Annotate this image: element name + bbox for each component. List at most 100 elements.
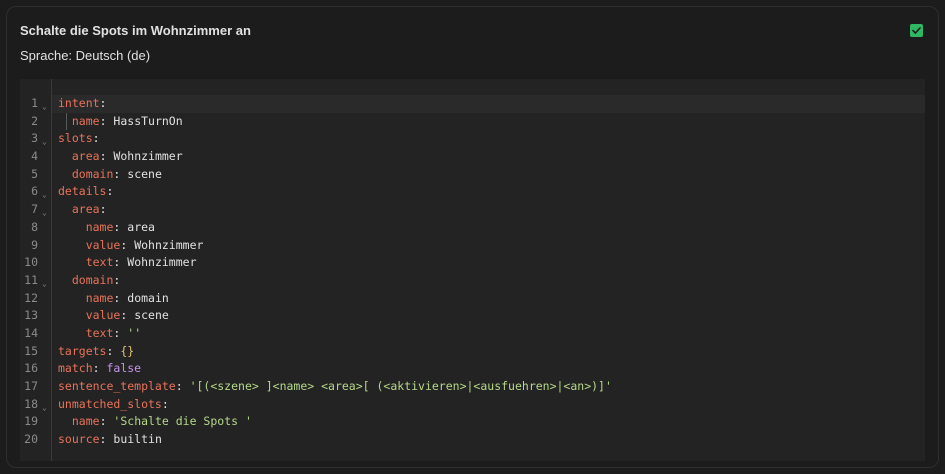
code-line: details: <box>58 184 114 199</box>
yaml-value: builtin <box>113 432 162 447</box>
code-line: value: Wohnzimmer <box>85 237 204 252</box>
yaml-brace-value: {} <box>120 343 135 358</box>
yaml-key: domain <box>71 272 114 287</box>
line-number: 20 <box>24 432 38 447</box>
gutter-line: 20 <box>20 431 51 449</box>
gutter-line: 4 <box>20 148 51 166</box>
code-line: name: domain <box>85 290 169 305</box>
yaml-key: intent <box>58 96 100 110</box>
code-line: source: builtin <box>58 432 162 447</box>
intent-result-card: Schalte die Spots im Wohnzimmer an Sprac… <box>6 6 939 468</box>
yaml-key: name <box>85 290 114 305</box>
line-number: 13 <box>24 308 38 323</box>
yaml-string-value: '' <box>127 325 142 340</box>
yaml-key: source <box>58 432 100 447</box>
line-number: 7 <box>31 202 38 217</box>
gutter-line: 3 ⌄ <box>20 130 51 148</box>
code-line: sentence_template: '[(<szene> ]<name> <a… <box>58 379 612 393</box>
yaml-value: HassTurnOn <box>113 113 183 128</box>
line-number: 18 <box>24 396 38 411</box>
yaml-key: domain <box>71 166 114 181</box>
code-line: unmatched_slots: <box>58 396 169 411</box>
gutter-line: 6 ⌄ <box>20 183 51 201</box>
yaml-key: targets <box>58 343 107 358</box>
line-number: 1 <box>31 96 38 110</box>
yaml-key: value <box>85 308 121 323</box>
line-number: 12 <box>24 290 38 305</box>
code-line: text: '' <box>85 325 142 340</box>
gutter-divider <box>51 79 52 461</box>
line-number: 11 <box>24 272 38 287</box>
yaml-key: slots <box>58 131 93 146</box>
gutter-line: 10 <box>20 254 51 272</box>
gutter-line: 11 ⌄ <box>20 272 51 290</box>
yaml-key: text <box>85 325 114 340</box>
yaml-key: match <box>58 361 93 376</box>
code-line: area: <box>71 202 107 217</box>
code-line: domain: scene <box>71 166 162 181</box>
yaml-key: unmatched_slots <box>58 396 162 411</box>
gutter-line: 5 <box>20 166 51 184</box>
yaml-value: domain <box>127 290 169 305</box>
code-line: intent: <box>52 95 925 113</box>
yaml-value: scene <box>127 166 162 181</box>
line-number: 4 <box>31 149 38 164</box>
yaml-string-value: 'Schalte die Spots ' <box>113 414 252 429</box>
line-number: 19 <box>24 414 38 429</box>
code-line: value: scene <box>85 308 169 323</box>
line-number: 14 <box>24 325 38 340</box>
line-number: 3 <box>31 131 38 146</box>
language-label: Sprache: Deutsch (de) <box>20 48 151 63</box>
gutter-line: 15 <box>20 343 51 361</box>
yaml-key: text <box>85 255 114 270</box>
gutter-line: 14 <box>20 325 51 343</box>
success-checkbox[interactable] <box>910 24 923 37</box>
yaml-value: Wohnzimmer <box>134 237 204 252</box>
checkmark-icon <box>912 27 921 34</box>
gutter-line: 7 ⌄ <box>20 201 51 219</box>
code-line: targets: {} <box>58 343 135 358</box>
yaml-key: name <box>71 113 100 128</box>
gutter-line: 12 <box>20 290 51 308</box>
yaml-key: name <box>71 414 100 429</box>
line-number: 17 <box>24 379 38 393</box>
code-line: name: area <box>85 219 155 234</box>
code-line: name: HassTurnOn <box>58 112 925 131</box>
yaml-key: name <box>85 219 114 234</box>
yaml-code-editor[interactable]: 1 ⌄ 2 3 ⌄ 4 5 6 ⌄ 7 ⌄ 8 9 10 11 ⌄ 12 13 14 15… <box>20 79 925 461</box>
yaml-value: scene <box>134 308 169 323</box>
gutter-line: 17 <box>20 378 51 396</box>
line-number: 15 <box>24 343 38 358</box>
code-line: name: 'Schalte die Spots ' <box>71 414 252 429</box>
gutter-line: 13 <box>20 307 51 325</box>
line-number: 9 <box>31 237 38 252</box>
yaml-value: Wohnzimmer <box>127 255 197 270</box>
yaml-string-value: '[(<szene> ]<name> <area>[ (<aktivieren>… <box>189 379 612 393</box>
line-number: 8 <box>31 219 38 234</box>
code-line: area: Wohnzimmer <box>71 149 183 164</box>
line-number: 16 <box>24 361 38 376</box>
gutter-line: 18 ⌄ <box>20 396 51 414</box>
line-number: 6 <box>31 184 38 199</box>
code-line: domain: <box>71 272 121 287</box>
yaml-key: details <box>58 184 107 199</box>
code-line: match: false <box>58 361 142 376</box>
gutter-line: 19 <box>20 413 51 431</box>
gutter-line: 2 <box>20 113 51 131</box>
gutter-line: 16 <box>20 360 51 378</box>
code-content[interactable]: intent: name: HassTurnOn slots: area: Wo… <box>52 95 925 449</box>
line-number-gutter: 1 ⌄ 2 3 ⌄ 4 5 6 ⌄ 7 ⌄ 8 9 10 11 ⌄ 12 13 14 15… <box>20 95 51 449</box>
yaml-key: sentence_template <box>58 379 176 393</box>
card-title: Schalte die Spots im Wohnzimmer an <box>20 23 251 38</box>
line-number: 5 <box>31 166 38 181</box>
line-number: 10 <box>24 255 38 270</box>
indent-guide <box>66 112 67 131</box>
yaml-key: value <box>85 237 121 252</box>
gutter-line: 1 ⌄ <box>20 95 51 113</box>
yaml-value: area <box>127 219 155 234</box>
line-number: 2 <box>31 113 38 128</box>
yaml-boolean-value: false <box>106 361 142 376</box>
yaml-key: area <box>71 149 100 164</box>
yaml-value: Wohnzimmer <box>113 149 183 164</box>
code-line: text: Wohnzimmer <box>85 255 197 270</box>
